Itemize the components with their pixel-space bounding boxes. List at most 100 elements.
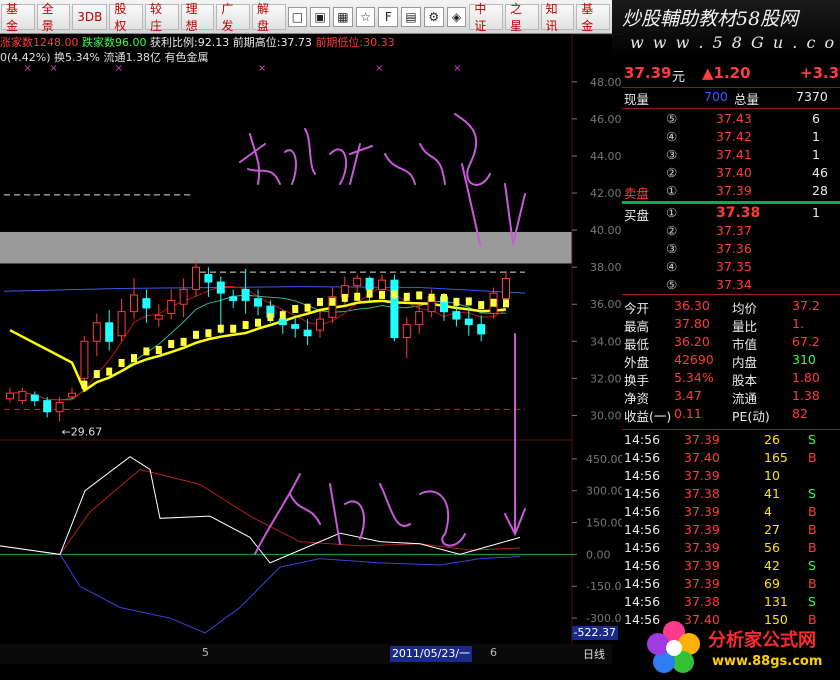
signal-block — [131, 354, 137, 363]
toolbar-button-3[interactable]: 股权 — [109, 2, 144, 33]
candlestick-chart[interactable]: 30.00 32.00 34.00 36.00 38.00 40.00 42.00 44.00… — [0, 34, 622, 644]
stat-label: 内盘 — [732, 355, 758, 370]
tick-row: 14:56 37.39 42 S — [622, 558, 840, 576]
toolbar-button-6[interactable]: 广发 — [216, 2, 250, 33]
signal-block — [341, 293, 348, 302]
stat-value: 36.20 — [674, 334, 710, 349]
tick-side: B — [808, 576, 817, 591]
star-icon[interactable]: ☆ — [355, 6, 376, 27]
tick-row: 14:56 37.39 56 B — [622, 540, 840, 558]
candle-body — [229, 296, 238, 302]
tick-volume: 4 — [764, 504, 772, 519]
stat-value: 37.80 — [674, 316, 710, 331]
ask-level: ② — [666, 165, 678, 180]
toolbar-button-5[interactable]: 理想 — [180, 2, 215, 33]
signal-block — [267, 313, 274, 322]
tick-volume: 10 — [764, 468, 780, 483]
flower-logo-icon — [647, 621, 700, 673]
toolbar-button-8[interactable]: 中证 — [469, 2, 503, 33]
tick-row: 14:56 37.39 69 B — [622, 576, 840, 594]
candle-body — [92, 322, 101, 342]
indicator-cursor-value: -522.37 — [572, 626, 618, 640]
candle-body — [142, 298, 151, 309]
chart-icon[interactable]: ▤ — [401, 6, 421, 27]
handwriting-stroke — [504, 333, 526, 537]
ask-price: 37.43 — [716, 111, 752, 126]
signal-block — [168, 340, 175, 349]
watermark-url: www.88gs.com — [712, 654, 823, 669]
boll-upper-line — [3, 286, 526, 294]
period-selector[interactable]: 日线 — [583, 646, 605, 662]
toolbar-button-7[interactable]: 解盘 — [251, 2, 286, 33]
toolbar-button-11[interactable]: 基金 — [576, 2, 610, 33]
candle-body — [303, 329, 312, 337]
bid-row: ④ 37.35 — [622, 259, 840, 277]
signal-block — [230, 324, 237, 333]
price-tick-label: 44.00 — [590, 150, 622, 163]
grid-icon[interactable]: ▦ — [333, 6, 353, 27]
stat-label: 换手 — [624, 373, 650, 388]
formula-icon[interactable]: F — [378, 6, 399, 27]
toolbar-button-1[interactable]: 全景 — [36, 2, 71, 33]
indicator-tick-label: 450.00 — [586, 453, 622, 466]
price-tick-label: 46.00 — [590, 113, 622, 126]
settings-icon[interactable]: ⚙ — [423, 6, 444, 27]
tick-price: 37.39 — [684, 522, 720, 537]
stat-value: 5.34% — [674, 370, 714, 385]
price-change: ▲1.20 — [702, 64, 751, 82]
signal-block — [93, 370, 100, 379]
toolbar-button-9[interactable]: 之星 — [504, 2, 539, 33]
price-tick-label: 40.00 — [590, 224, 622, 237]
tick-price: 37.39 — [684, 504, 720, 519]
tick-row: 14:56 37.39 4 B — [622, 504, 840, 522]
stat-row: 最低 36.20 市值 67.2 — [622, 334, 840, 352]
tick-row: 14:56 37.38 131 S — [622, 594, 840, 612]
price-tick-label: 32.00 — [590, 372, 622, 385]
candle-body — [316, 318, 324, 331]
window-icon[interactable]: □ — [287, 6, 308, 27]
candle-body — [105, 322, 114, 342]
candle-body — [167, 300, 176, 315]
signal-block — [366, 289, 373, 298]
tick-volume: 27 — [764, 522, 780, 537]
tick-side: S — [808, 432, 816, 447]
time-tick-5: 5 — [202, 646, 209, 659]
toolbar-button-4[interactable]: 较庄 — [145, 2, 179, 33]
stat-label: 量比 — [732, 319, 758, 334]
bid-level: ④ — [666, 259, 678, 274]
toolbar-button-10[interactable]: 知讯 — [540, 2, 575, 33]
stat-label: 流通 — [732, 391, 758, 406]
signal-block — [193, 330, 199, 339]
candle-body — [378, 279, 386, 290]
signal-block — [379, 290, 385, 299]
toolbar-button-0[interactable]: 基金 — [1, 2, 35, 33]
tag-icon[interactable]: ◈ — [446, 6, 467, 27]
highlight-band — [0, 231, 572, 264]
price-tick-label: 42.00 — [590, 187, 622, 200]
candle-body — [216, 281, 225, 294]
bid-level: ③ — [666, 241, 678, 256]
ask-price: 37.41 — [716, 147, 752, 162]
tick-time: 14:56 — [624, 594, 661, 609]
tick-row: 14:56 37.39 27 B — [622, 522, 840, 540]
candle-body — [241, 288, 250, 302]
stat-label: 收益(一) — [624, 409, 672, 424]
toolbar-button-2[interactable]: 3DB — [72, 3, 108, 30]
volume-value: 700 — [704, 89, 728, 104]
candle-body — [6, 392, 14, 400]
volume-label: 现量 — [624, 92, 650, 107]
ask-label-row: 卖盘 — [622, 183, 840, 201]
tick-row: 14:56 37.40 165 B — [622, 450, 840, 468]
stat-value: 3.47 — [674, 388, 702, 403]
stat-label: 最高 — [624, 319, 650, 334]
tick-side: B — [808, 504, 817, 519]
total-label: 总量 — [734, 92, 760, 107]
cross-marker: × — [453, 63, 461, 74]
tick-volume: 56 — [764, 540, 780, 555]
candle-body — [18, 390, 27, 402]
signal-block — [478, 301, 485, 310]
restore-icon[interactable]: ▣ — [310, 6, 331, 27]
bid-level: ⑤ — [666, 277, 678, 292]
cross-marker: × — [24, 63, 32, 74]
candle-body — [452, 311, 461, 320]
